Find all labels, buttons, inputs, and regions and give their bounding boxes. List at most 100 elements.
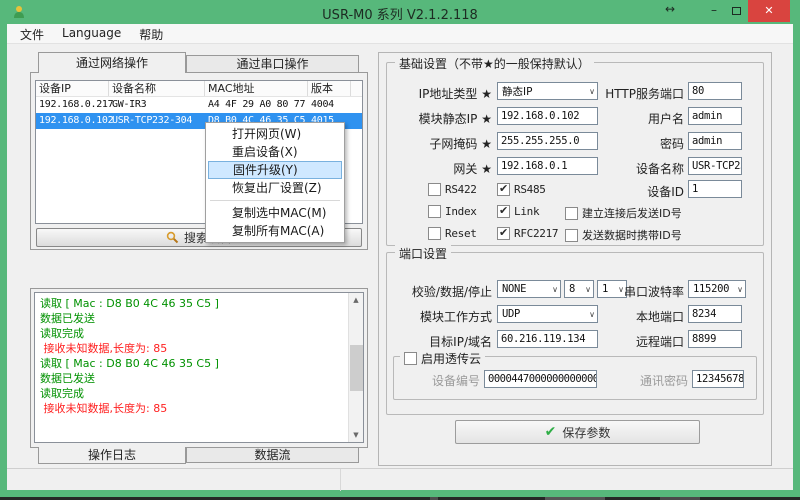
enable-cloud-label: 启用透传云 (421, 350, 481, 367)
scrollbar-thumb[interactable] (350, 345, 363, 391)
menu-item-open-webpage[interactable]: 打开网页(W) (208, 125, 342, 143)
rs422-label: RS422 (445, 183, 477, 196)
menu-help[interactable]: 帮助 (130, 24, 172, 43)
chevron-down-icon: ∨ (552, 285, 558, 294)
tab-operation-log[interactable]: 操作日志 (38, 447, 186, 464)
close-button[interactable]: ✕ (748, 0, 790, 22)
password-field[interactable]: admin (688, 132, 742, 150)
checkbox-icon (428, 205, 441, 218)
log-scrollbar[interactable]: ▲ ▼ (348, 293, 363, 442)
screen: USR-M0 系列 V2.1.2.118 ↔ – ✕ 文件 Language 帮… (0, 0, 800, 500)
rs422-checkbox[interactable]: RS422 (428, 183, 477, 196)
rs485-checkbox[interactable]: RS485 (497, 183, 546, 196)
scroll-down-icon[interactable]: ▼ (349, 428, 363, 442)
save-params-button[interactable]: ✔ 保存参数 (455, 420, 700, 444)
table-row[interactable]: 192.168.0.217 GW-IR3 A4 4F 29 A0 80 77 4… (36, 97, 362, 113)
context-menu: 打开网页(W) 重启设备(X) 固件升级(Y) 恢复出厂设置(Z) 复制选中MA… (205, 122, 345, 243)
col-header-ip[interactable]: 设备IP (36, 81, 109, 96)
tab-data-stream[interactable]: 数据流 (186, 448, 359, 463)
index-checkbox[interactable]: Index (428, 205, 477, 218)
checkbox-icon (404, 352, 417, 365)
device-name-field[interactable]: USR-TCP23 (688, 157, 742, 175)
http-port-field[interactable]: 80 (688, 82, 742, 100)
cell-ip: 192.168.0.217 (39, 97, 109, 113)
menu-item-firmware-upgrade[interactable]: 固件升级(Y) (208, 161, 342, 179)
http-port-label: HTTP服务端口 (580, 85, 684, 102)
checkbox-icon (428, 183, 441, 196)
parity-label: 校验/数据/停止 (390, 283, 492, 300)
scroll-up-icon[interactable]: ▲ (349, 293, 363, 307)
password-label: 密码 (580, 135, 684, 152)
remote-port-field[interactable]: 8899 (688, 330, 742, 348)
col-header-version[interactable]: 版本 (308, 81, 351, 96)
cell-version: 4004 (311, 97, 351, 113)
enable-cloud-checkbox[interactable]: 启用透传云 (400, 350, 485, 367)
col-header-mac[interactable]: MAC地址 (205, 81, 308, 96)
parity-select[interactable]: NONE ∨ (497, 280, 561, 298)
menu-item-factory-reset[interactable]: 恢复出厂设置(Z) (208, 179, 342, 197)
menu-item-copy-selected-mac[interactable]: 复制选中MAC(M) (208, 204, 342, 222)
link-checkbox[interactable]: Link (497, 205, 539, 218)
menubar: 文件 Language 帮助 (7, 24, 793, 44)
tab-network-operate[interactable]: 通过网络操作 (38, 52, 186, 73)
log-line: 数据已发送 (40, 311, 358, 326)
check-icon: ✔ (545, 424, 557, 440)
device-table-header: 设备IP 设备名称 MAC地址 版本 (36, 81, 362, 97)
baud-select[interactable]: 115200 ∨ (688, 280, 746, 298)
move-icon: ↔ (660, 1, 680, 19)
port-settings-title: 端口设置 (395, 245, 451, 262)
status-pane-left (7, 469, 340, 491)
databits-value: 8 (569, 283, 575, 295)
log-line: 读取 [ Mac : D8 B0 4C 46 35 C5 ] (40, 296, 358, 311)
save-params-label: 保存参数 (562, 424, 610, 441)
checkbox-icon (565, 207, 578, 220)
log-line: 读取完成 (40, 326, 358, 341)
col-header-blank (351, 81, 362, 96)
menu-language[interactable]: Language (53, 24, 130, 43)
send-id-on-connect-checkbox[interactable]: 建立连接后发送ID号 (565, 205, 682, 221)
log-line: 读取完成 (40, 386, 358, 401)
titlebar[interactable]: USR-M0 系列 V2.1.2.118 ↔ – ✕ (0, 0, 800, 24)
menu-file[interactable]: 文件 (11, 24, 53, 43)
minimize-button[interactable]: – (704, 2, 724, 20)
rfc2217-checkbox[interactable]: RFC2217 (497, 227, 558, 240)
work-mode-value: UDP (502, 308, 520, 320)
checkbox-icon (565, 229, 578, 242)
device-id-field[interactable]: 1 (688, 180, 742, 198)
checkbox-checked-icon (497, 205, 510, 218)
tab-serial-operate[interactable]: 通过串口操作 (186, 55, 359, 72)
reset-checkbox[interactable]: Reset (428, 227, 477, 240)
cell-name: GW-IR3 (112, 97, 205, 113)
menu-item-restart-device[interactable]: 重启设备(X) (208, 143, 342, 161)
chevron-down-icon: ∨ (737, 285, 743, 294)
local-port-label: 本地端口 (580, 308, 684, 325)
carry-id-checkbox[interactable]: 发送数据时携带ID号 (565, 227, 682, 243)
carry-id-label: 发送数据时携带ID号 (582, 227, 682, 243)
username-label: 用户名 (580, 110, 684, 127)
rfc2217-label: RFC2217 (514, 227, 558, 240)
local-port-field[interactable]: 8234 (688, 305, 742, 323)
basic-settings-title: 基础设置（不带★的一般保持默认） (395, 55, 594, 72)
gateway-label: 网关 ★ (390, 160, 492, 177)
col-header-name[interactable]: 设备名称 (109, 81, 205, 96)
baud-label: 串口波特率 (580, 283, 684, 300)
maximize-icon (732, 7, 741, 15)
baud-value: 115200 (693, 283, 729, 295)
comm-password-field[interactable]: 12345678 (692, 370, 744, 388)
menu-item-copy-all-mac[interactable]: 复制所有MAC(A) (208, 222, 342, 240)
device-id-label: 设备ID (580, 183, 684, 200)
log-output[interactable]: 读取 [ Mac : D8 B0 4C 46 35 C5 ] 数据已发送 读取完… (34, 292, 364, 443)
cell-ip: 192.168.0.102 (39, 113, 109, 129)
menu-separator (210, 200, 340, 201)
search-icon (166, 231, 179, 244)
device-no-field[interactable]: 00004470000000000001 (484, 370, 597, 388)
device-no-label: 设备编号 (400, 372, 480, 389)
parity-value: NONE (502, 283, 526, 295)
cell-mac: A4 4F 29 A0 80 77 (208, 97, 308, 113)
device-name-label: 设备名称 (580, 160, 684, 177)
statusbar (7, 468, 793, 490)
log-line: 接收未知数据,长度为: 85 (40, 401, 358, 416)
username-field[interactable]: admin (688, 107, 742, 125)
maximize-button[interactable] (726, 2, 746, 20)
checkbox-checked-icon (497, 227, 510, 240)
